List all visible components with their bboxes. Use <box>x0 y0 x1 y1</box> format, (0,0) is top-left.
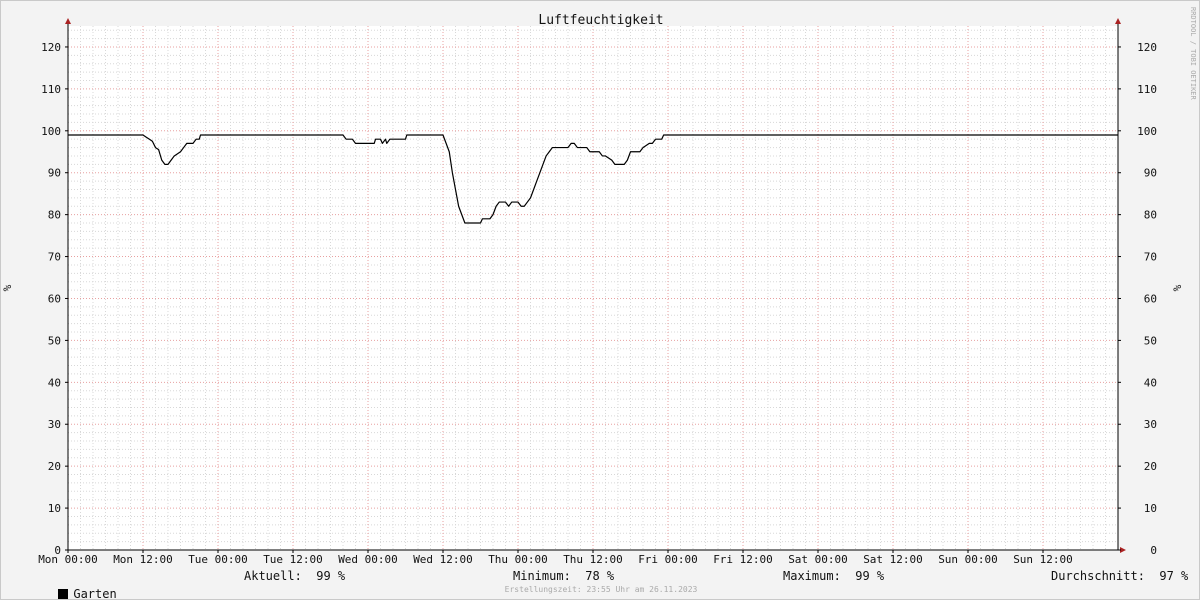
y-tick-label-right: 90 <box>1144 167 1157 180</box>
y-axis-unit-right: % <box>1171 284 1184 291</box>
y-tick-label-right: 40 <box>1144 376 1157 389</box>
rrdtool-watermark: RRDTOOL / TOBI OETIKER <box>1189 7 1197 100</box>
y-tick-label-left: 40 <box>48 376 61 389</box>
y-tick-label-left: 100 <box>41 125 61 138</box>
x-tick-label: Thu 00:00 <box>488 553 548 566</box>
y-tick-label-right: 110 <box>1137 83 1157 96</box>
x-tick-label: Sat 12:00 <box>863 553 923 566</box>
x-tick-label: Sun 00:00 <box>938 553 998 566</box>
chart-frame: 0 0 10 10 20 20 30 30 40 40 50 50 60 60 70 70 80 80 90 90 10… <box>0 0 1200 600</box>
y-tick-label-right: 100 <box>1137 125 1157 138</box>
humidity-chart: 0 010 1020 2030 3040 4050 5060 6070 7080 8090 9010… <box>1 13 1184 566</box>
y-tick-label-right: 30 <box>1144 418 1157 431</box>
y-tick-label-left: 110 <box>41 83 61 96</box>
y-tick-label-right: 50 <box>1144 334 1157 347</box>
x-tick-label: Sun 12:00 <box>1013 553 1073 566</box>
x-tick-label: Wed 12:00 <box>413 553 473 566</box>
y-tick-label-right: 10 <box>1144 502 1157 515</box>
x-tick-label: Fri 00:00 <box>638 553 698 566</box>
y-tick-label-left: 20 <box>48 460 61 473</box>
y-tick-label-left: 50 <box>48 334 61 347</box>
x-tick-label: Mon 00:00 <box>38 553 98 566</box>
legend-row: Garten Aktuell: 99 % Minimum: 78 % Maxim… <box>1 567 1199 599</box>
y-tick-label-right: 60 <box>1144 292 1157 305</box>
y-axis-unit-left: % <box>1 284 14 291</box>
y-tick-label-left: 70 <box>48 251 61 264</box>
x-tick-label: Tue 12:00 <box>263 553 323 566</box>
x-tick-label: Fri 12:00 <box>713 553 773 566</box>
legend-maximum: Maximum: 99 % <box>783 569 885 583</box>
footer-timestamp: Erstellungszeit: 23:55 Uhr am 26.11.2023 <box>504 585 698 594</box>
y-tick-label-left: 60 <box>48 292 61 305</box>
y-tick-label-right: 120 <box>1137 41 1157 54</box>
x-tick-label: Sat 00:00 <box>788 553 848 566</box>
y-tick-label-right: 20 <box>1144 460 1157 473</box>
y-tick-label-left: 90 <box>48 167 61 180</box>
x-tick-label: Tue 00:00 <box>188 553 248 566</box>
y-axis-right-arrow <box>1115 18 1121 24</box>
x-tick-label: Thu 12:00 <box>563 553 623 566</box>
y-axis-left-arrow <box>65 18 71 24</box>
y-tick-label-right: 80 <box>1144 209 1157 222</box>
legend-durchschnitt: Durchschnitt: 97 % <box>1051 569 1189 583</box>
y-tick-label-right: 0 <box>1150 544 1157 557</box>
legend-series: Garten <box>15 567 117 599</box>
chart-title: Luftfeuchtigkeit <box>538 13 663 28</box>
legend-aktuell: Aktuell: 99 % <box>244 569 346 583</box>
y-tick-label-left: 30 <box>48 418 61 431</box>
x-tick-label: Mon 12:00 <box>113 553 173 566</box>
y-tick-label-left: 120 <box>41 41 61 54</box>
x-tick-label: Wed 00:00 <box>338 553 398 566</box>
y-tick-label-left: 80 <box>48 209 61 222</box>
y-tick-label-right: 70 <box>1144 251 1157 264</box>
legend-minimum: Minimum: 78 % <box>513 569 615 583</box>
y-tick-label-left: 10 <box>48 502 61 515</box>
